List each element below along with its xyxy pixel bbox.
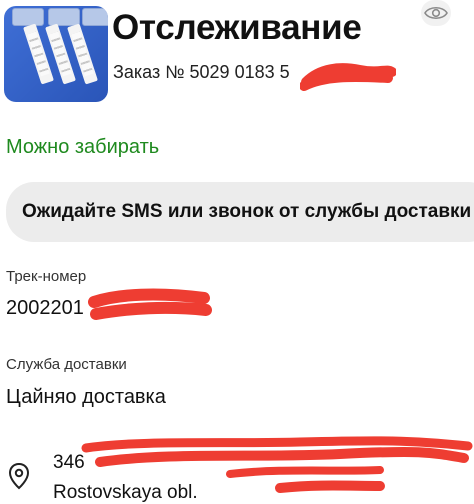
banner-text: Ожидайте SMS или звонок от службы достав… xyxy=(22,201,472,222)
redaction-mark xyxy=(88,288,212,320)
location-pin-icon xyxy=(8,462,30,490)
tracking-label: Трек-номер xyxy=(6,268,87,285)
status-text: Можно забирать xyxy=(6,136,160,158)
redaction-mark xyxy=(300,63,396,91)
delivery-label: Служба доставки xyxy=(6,356,127,373)
eye-icon-glyph xyxy=(424,6,448,20)
delivery-service: Цайняо доставка xyxy=(6,386,166,408)
tracking-number[interactable]: 2002201 xyxy=(6,297,84,320)
product-chip xyxy=(12,8,44,26)
page-title: Отслеживание xyxy=(112,8,362,47)
eye-icon[interactable] xyxy=(421,0,451,26)
address-line-1: 346 xyxy=(53,452,85,473)
info-banner: Ожидайте SMS или звонок от службы достав… xyxy=(6,182,474,242)
product-thumbnail[interactable] xyxy=(4,6,108,102)
product-chip xyxy=(48,8,80,26)
product-chip xyxy=(82,8,108,26)
order-number: Заказ № 5029 0183 5 xyxy=(113,62,290,82)
